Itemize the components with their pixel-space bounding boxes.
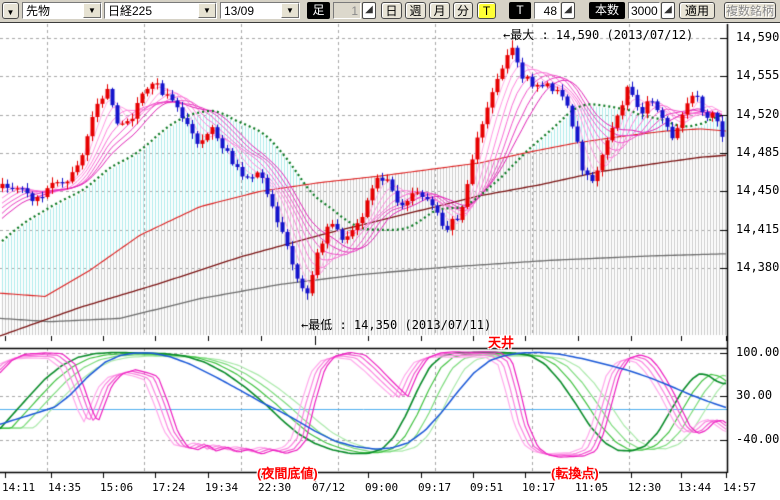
osc-axis-label: 30.00 (736, 388, 772, 402)
toolbar: ▼ 先物 ▼ 日経225 ▼ 13/09 ▼ 足 1 ◢ 日 週 月 分 T T… (0, 0, 780, 23)
bar-count-input[interactable]: 3000 (628, 2, 660, 19)
x-axis-label: 09:17 (418, 481, 451, 494)
period-tick-button[interactable]: T (477, 2, 496, 19)
category-combobox[interactable]: 先物 ▼ (22, 2, 102, 19)
y-axis-label: 14,380 (736, 260, 779, 274)
osc-axis-label: 100.00 (736, 345, 779, 359)
multi-symbol-button[interactable]: 複数銘柄 (724, 2, 776, 19)
period-minute-button[interactable]: 分 (453, 2, 473, 19)
x-axis-label: 17:24 (152, 481, 185, 494)
x-axis-label: 15:06 (100, 481, 133, 494)
symbol-value: 日経225 (105, 3, 198, 18)
chevron-down-icon[interactable]: ▼ (281, 3, 299, 18)
x-axis-label: 11:05 (575, 481, 608, 494)
x-axis-label: 13:44 (678, 481, 711, 494)
min-annotation: ←最低 : 14,350 (2013/07/11) (301, 316, 491, 333)
night-low-annotation: (夜間底値) (257, 463, 318, 482)
ceiling-annotation: 天井 (488, 332, 514, 351)
bar-count-label: 本数 (589, 2, 625, 19)
x-axis-label: 14:35 (48, 481, 81, 494)
spin-button[interactable]: ◢ (661, 2, 675, 19)
spin-button[interactable]: ◢ (362, 2, 376, 19)
y-axis-label: 14,450 (736, 183, 779, 197)
bar-type-label: 足 (307, 2, 330, 19)
contract-month-combobox[interactable]: 13/09 ▼ (220, 2, 300, 19)
category-value: 先物 (23, 3, 83, 18)
osc-axis-label: -40.00 (736, 432, 779, 446)
x-axis-label: 19:34 (205, 481, 238, 494)
x-axis-label: 09:51 (470, 481, 503, 494)
bar-interval-input[interactable]: 1 (333, 2, 361, 19)
left-dropdown-button[interactable]: ▼ (2, 2, 19, 19)
contract-month-value: 13/09 (221, 3, 281, 18)
y-axis-label: 14,520 (736, 107, 779, 121)
y-axis-label: 14,555 (736, 68, 779, 82)
turning-point-annotation: (転換点) (551, 463, 599, 482)
tick-count-input[interactable]: 48 (534, 2, 560, 19)
max-annotation: ←最大 : 14,590 (2013/07/12) (503, 26, 693, 43)
y-axis-label: 14,590 (736, 30, 779, 44)
apply-button[interactable]: 適用 (679, 2, 715, 19)
y-axis-label: 14,415 (736, 222, 779, 236)
y-axis-label: 14,485 (736, 145, 779, 159)
x-axis-label: 09:00 (365, 481, 398, 494)
period-day-button[interactable]: 日 (381, 2, 402, 19)
period-week-button[interactable]: 週 (405, 2, 426, 19)
chart-canvas[interactable] (0, 0, 780, 500)
period-month-button[interactable]: 月 (429, 2, 450, 19)
x-axis-label: 10:17 (522, 481, 555, 494)
x-axis-label: 07/12 (312, 481, 345, 494)
tick-count-label: T (509, 2, 531, 19)
x-axis-label: 14:11 (2, 481, 35, 494)
chevron-down-icon: ▼ (7, 8, 15, 17)
spin-button[interactable]: ◢ (561, 2, 575, 19)
x-axis-label: 12:30 (628, 481, 661, 494)
chart-window: ▼ 先物 ▼ 日経225 ▼ 13/09 ▼ 足 1 ◢ 日 週 月 分 T T… (0, 0, 780, 500)
symbol-combobox[interactable]: 日経225 ▼ (104, 2, 217, 19)
chevron-down-icon[interactable]: ▼ (83, 3, 101, 18)
chevron-down-icon[interactable]: ▼ (198, 3, 216, 18)
x-axis-label: 22:30 (258, 481, 291, 494)
x-axis-label: 14:57 (723, 481, 756, 494)
